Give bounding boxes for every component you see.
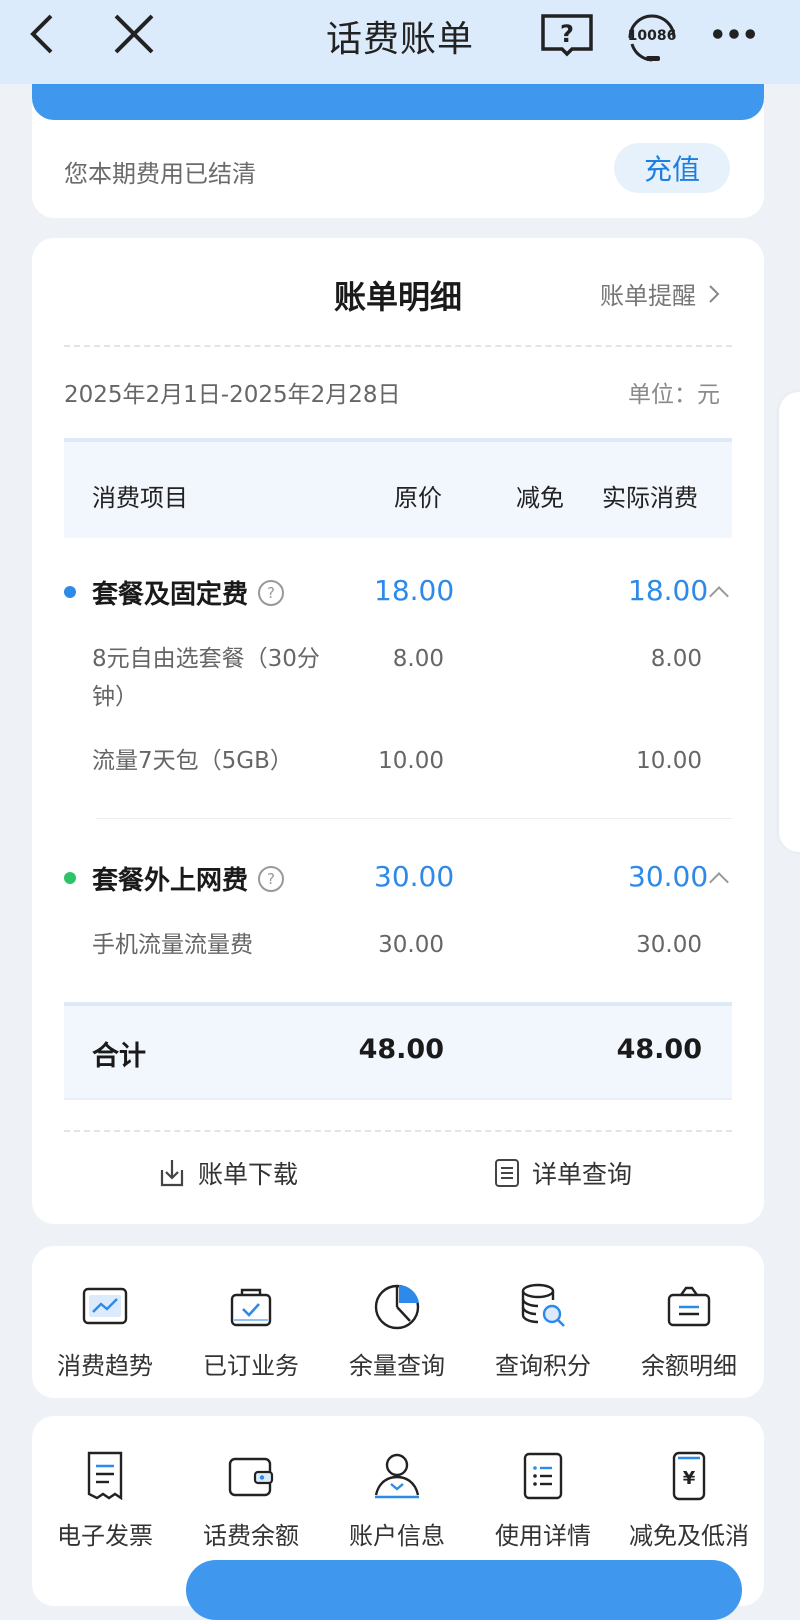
top-nav-bar: 话费账单 ? 10086 xyxy=(0,0,800,84)
phone-yuan-icon: ¥ xyxy=(672,1451,706,1501)
total-actual: 48.00 xyxy=(616,1034,702,1065)
recharge-button[interactable]: 充值 xyxy=(614,143,730,193)
bill-download-label: 账单下载 xyxy=(198,1160,299,1189)
total-label: 合计 xyxy=(92,1041,146,1072)
shortcut-remaining-query[interactable]: 余量查询 xyxy=(324,1278,470,1381)
shortcut-subscribed-services[interactable]: 已订业务 xyxy=(178,1278,324,1381)
shortcut-label: 使用详情 xyxy=(495,1522,591,1550)
shortcut-label: 已订业务 xyxy=(203,1352,299,1380)
settled-status-text: 您本期费用已结清 xyxy=(64,160,256,188)
group-overage-data[interactable]: 套餐外上网费 ? xyxy=(92,860,285,897)
side-panel-edge xyxy=(779,392,800,852)
trend-chart-icon xyxy=(82,1287,128,1325)
help-circle-icon[interactable]: ? xyxy=(258,579,285,606)
item-actual: 30.00 xyxy=(636,932,702,958)
shortcut-balance-detail[interactable]: 余额明细 xyxy=(616,1278,762,1381)
shortcut-label: 账户信息 xyxy=(349,1522,445,1550)
shortcut-label: 减免及低消 xyxy=(629,1522,749,1550)
item-original: 8.00 xyxy=(392,646,444,672)
col-original: 原价 xyxy=(394,484,442,512)
item-original: 30.00 xyxy=(378,932,444,958)
chevron-up-icon[interactable] xyxy=(709,586,729,606)
item-name: 手机流量流量费 xyxy=(92,932,253,958)
bill-download-button[interactable]: 账单下载 xyxy=(158,1155,298,1191)
list-doc-icon xyxy=(523,1452,563,1500)
balance-bag-icon xyxy=(667,1286,711,1327)
table-header: 消费项目 原价 减免 实际消费 xyxy=(64,438,732,538)
shortcut-label: 余量查询 xyxy=(349,1352,445,1380)
shortcut-grid-1: 消费趋势 已订业务 余量查询 查询积分 余额明细 xyxy=(32,1246,764,1398)
floating-action-button[interactable] xyxy=(186,1560,742,1620)
help-mark: ? xyxy=(560,20,574,48)
item-name: 8元自由选套餐（30分钟） xyxy=(92,646,320,710)
group-original: 30.00 xyxy=(374,860,455,893)
detail-query-label: 详单查询 xyxy=(532,1160,633,1189)
item-name: 流量7天包（5GB） xyxy=(92,748,293,774)
svg-text:¥: ¥ xyxy=(683,1468,696,1489)
shortcut-reduction-min-spend[interactable]: ¥ 减免及低消 xyxy=(616,1448,762,1551)
help-book-icon[interactable]: ? xyxy=(540,10,594,58)
shortcut-label: 话费余额 xyxy=(203,1522,299,1550)
group-package-fixed[interactable]: 套餐及固定费 ? xyxy=(92,574,285,611)
user-icon xyxy=(374,1453,420,1499)
subscribed-bag-icon xyxy=(230,1288,272,1327)
chevron-right-icon xyxy=(709,284,720,303)
shortcut-label: 余额明细 xyxy=(641,1352,737,1380)
shortcut-e-invoice[interactable]: 电子发票 xyxy=(32,1448,178,1551)
wallet-icon xyxy=(228,1457,274,1497)
pie-clock-icon xyxy=(374,1284,420,1330)
divider xyxy=(64,1130,732,1132)
item-original: 10.00 xyxy=(378,748,444,774)
detail-query-button[interactable]: 详单查询 xyxy=(494,1155,632,1191)
shortcut-label: 电子发票 xyxy=(57,1522,153,1550)
invoice-icon xyxy=(87,1451,123,1501)
item-actual: 8.00 xyxy=(650,646,702,672)
group-name: 套餐外上网费 xyxy=(92,866,249,896)
more-icon[interactable] xyxy=(712,12,756,56)
total-row: 合计 48.00 48.00 xyxy=(64,1002,732,1100)
bill-reminder-label: 账单提醒 xyxy=(600,282,696,310)
download-icon xyxy=(160,1160,184,1187)
chevron-up-icon[interactable] xyxy=(709,872,729,892)
help-circle-icon[interactable]: ? xyxy=(258,865,285,892)
bill-reminder-link[interactable]: 账单提醒 xyxy=(600,276,720,311)
col-actual: 实际消费 xyxy=(602,484,698,512)
divider xyxy=(64,345,732,347)
group-dot xyxy=(64,586,76,598)
billing-period: 2025年2月1日-2025年2月28日 xyxy=(64,382,401,408)
item-actual: 10.00 xyxy=(636,748,702,774)
divider xyxy=(96,818,732,819)
group-original: 18.00 xyxy=(374,574,455,607)
hotline-number: 10086 xyxy=(628,28,677,44)
hotline-10086-icon[interactable]: 10086 xyxy=(622,8,682,62)
list-doc-icon xyxy=(495,1159,519,1187)
group-actual: 18.00 xyxy=(628,574,709,607)
group-actual: 30.00 xyxy=(628,860,709,893)
shortcut-usage-detail[interactable]: 使用详情 xyxy=(470,1448,616,1551)
shortcut-spending-trend[interactable]: 消费趋势 xyxy=(32,1278,178,1381)
total-original: 48.00 xyxy=(358,1034,444,1065)
col-discount: 减免 xyxy=(516,484,564,512)
shortcut-account-info[interactable]: 账户信息 xyxy=(324,1448,470,1551)
group-name: 套餐及固定费 xyxy=(92,580,249,610)
shortcut-points-query[interactable]: 查询积分 xyxy=(470,1278,616,1381)
shortcut-label: 消费趋势 xyxy=(57,1352,153,1380)
bill-detail-card: 账单明细 账单提醒 2025年2月1日-2025年2月28日 单位：元 消费项目… xyxy=(32,238,764,1224)
shortcut-label: 查询积分 xyxy=(495,1352,591,1380)
currency-unit: 单位：元 xyxy=(628,382,720,408)
banner-strip xyxy=(32,84,764,120)
col-item: 消费项目 xyxy=(92,484,188,512)
group-dot xyxy=(64,872,76,884)
coins-search-icon xyxy=(521,1283,565,1327)
shortcut-phone-balance[interactable]: 话费余额 xyxy=(178,1448,324,1551)
